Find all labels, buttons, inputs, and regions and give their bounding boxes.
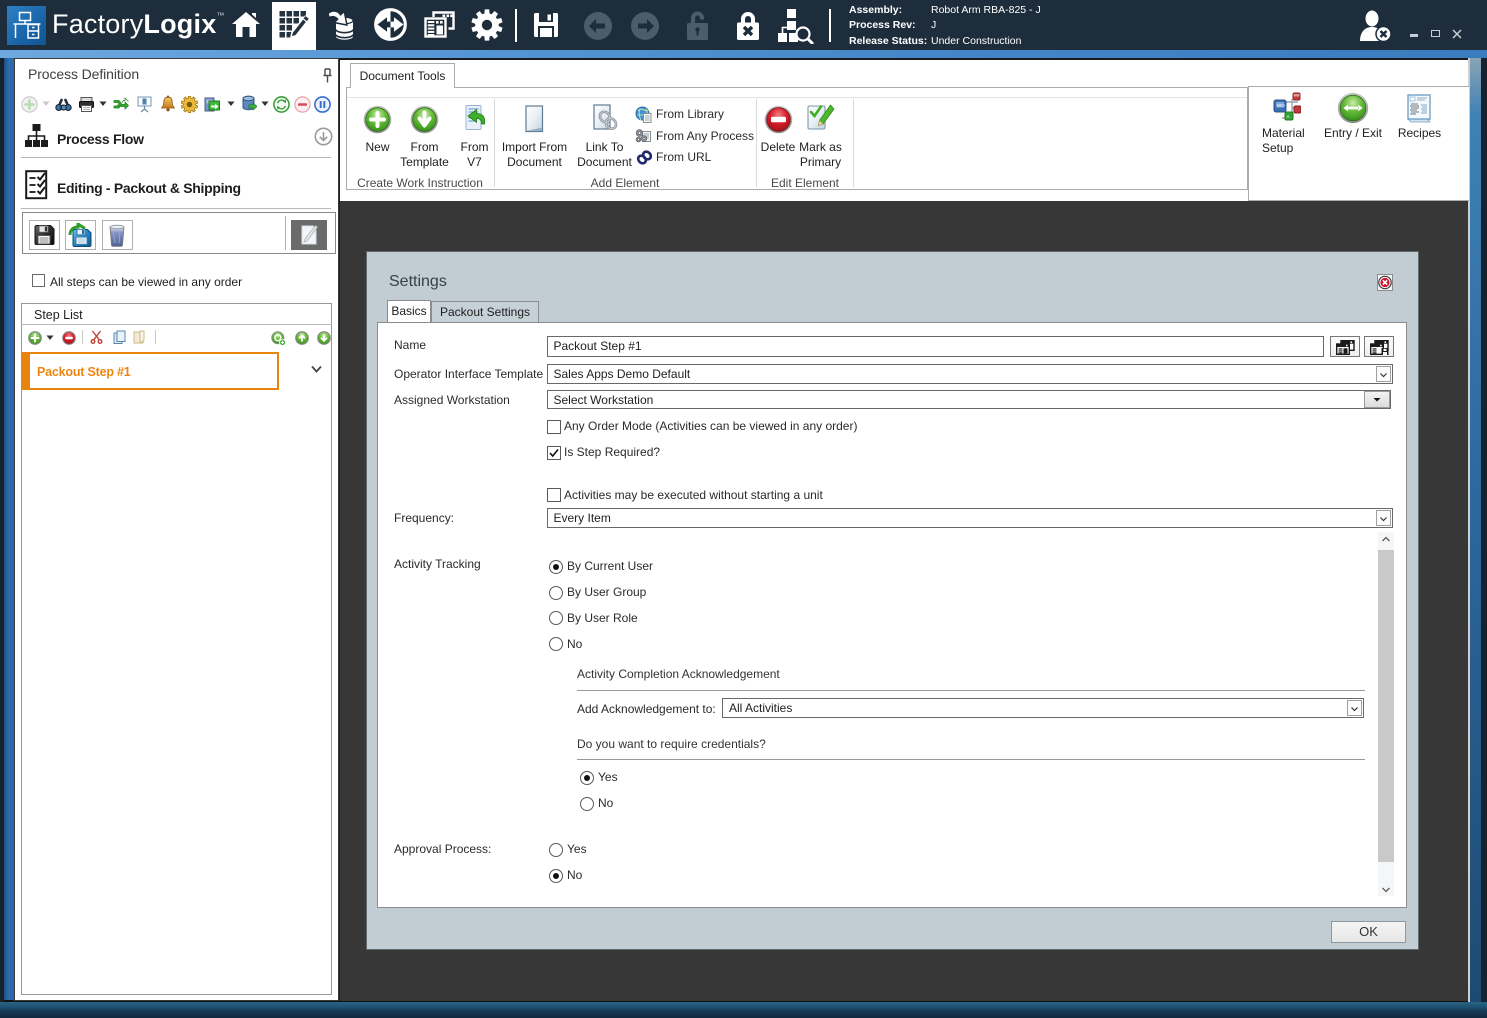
- svg-text:WO: WO: [1277, 103, 1285, 108]
- svg-text:A: A: [1287, 114, 1290, 119]
